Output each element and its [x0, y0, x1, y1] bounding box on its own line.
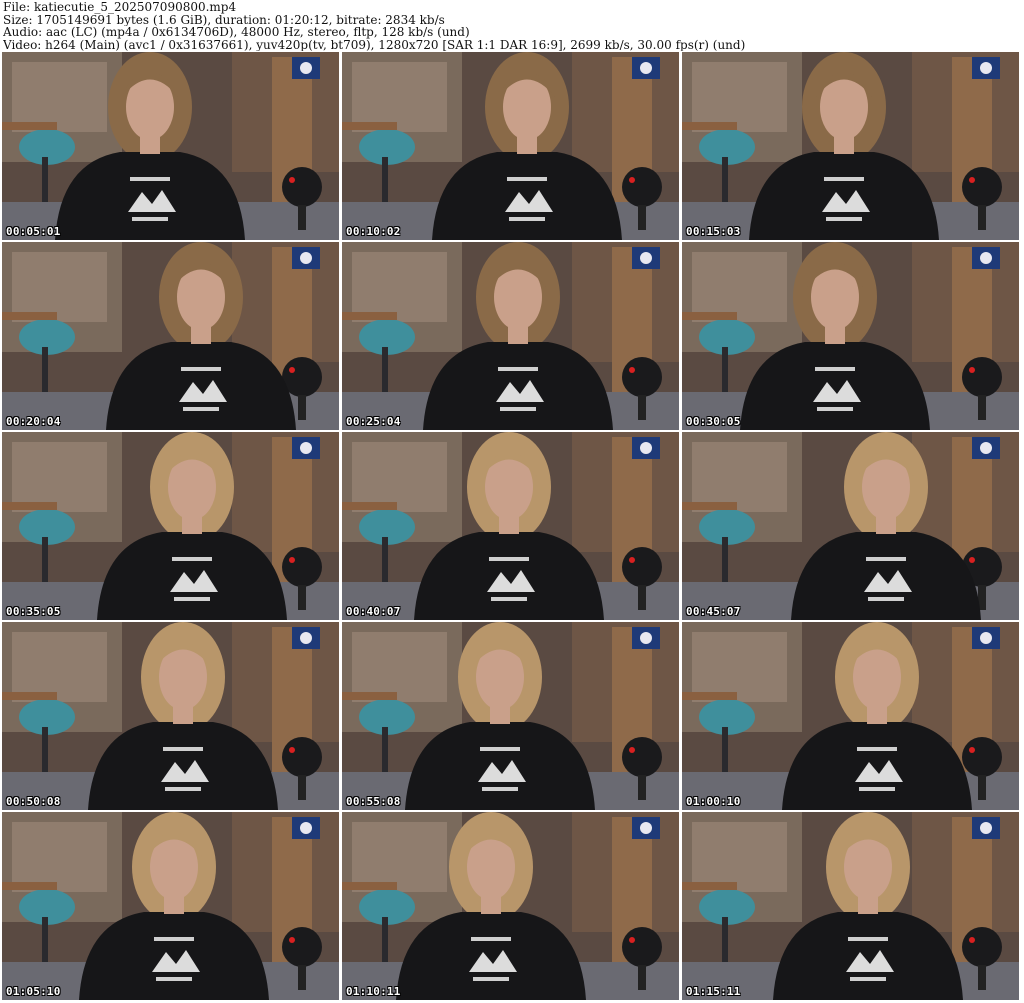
- video-thumbnail: 00:05:01: [2, 52, 339, 240]
- timestamp-label: 00:35:05: [6, 605, 61, 618]
- timestamp-label: 00:10:02: [346, 225, 401, 238]
- timestamp-label: 00:55:08: [346, 795, 401, 808]
- timestamp-label: 00:20:04: [6, 415, 61, 428]
- frame-image: [342, 242, 679, 430]
- video-thumbnail: 00:15:03: [682, 52, 1019, 240]
- frame-image: [2, 52, 339, 240]
- timestamp-label: 00:15:03: [686, 225, 741, 238]
- video-thumbnail: 01:15:11: [682, 812, 1019, 1000]
- frame-image: [2, 622, 339, 810]
- timestamp-label: 01:05:10: [6, 985, 61, 998]
- video-line: Video: h264 (Main) (avc1 / 0x31637661), …: [3, 38, 746, 52]
- frame-image: [342, 622, 679, 810]
- video-thumbnail: 00:40:07: [342, 432, 679, 620]
- file-name-line: File: katiecutie_5_202507090800.mp4: [3, 1, 237, 14]
- frame-image: [2, 812, 339, 1000]
- timestamp-label: 00:25:04: [346, 415, 401, 428]
- timestamp-label: 01:15:11: [686, 985, 741, 998]
- frame-image: [2, 432, 339, 620]
- audio-line: Audio: aac (LC) (mp4a / 0x6134706D), 480…: [3, 26, 470, 39]
- timestamp-label: 00:45:07: [686, 605, 741, 618]
- video-thumbnail: 00:20:04: [2, 242, 339, 430]
- timestamp-label: 01:10:11: [346, 985, 401, 998]
- video-thumbnail: 00:50:08: [2, 622, 339, 810]
- video-thumbnail: 00:30:05: [682, 242, 1019, 430]
- video-thumbnail: 00:35:05: [2, 432, 339, 620]
- timestamp-label: 00:30:05: [686, 415, 741, 428]
- frame-image: [342, 432, 679, 620]
- video-thumbnail: 01:10:11: [342, 812, 679, 1000]
- frame-image: [682, 52, 1019, 240]
- timestamp-label: 01:00:10: [686, 795, 741, 808]
- frame-image: [682, 812, 1019, 1000]
- timestamp-label: 00:50:08: [6, 795, 61, 808]
- frame-image: [342, 52, 679, 240]
- thumbnail-grid: 00:05:01 00:10:02 00:15:03 00:20:04 00:25:04…: [0, 52, 1024, 1003]
- file-info-header: File: katiecutie_5_202507090800.mp4 Size…: [3, 1, 1021, 51]
- frame-image: [682, 242, 1019, 430]
- video-thumbnail: 01:00:10: [682, 622, 1019, 810]
- size-line: Size: 1705149691 bytes (1.6 GiB), durati…: [3, 13, 445, 27]
- timestamp-label: 00:40:07: [346, 605, 401, 618]
- frame-image: [2, 242, 339, 430]
- video-thumbnail: 00:55:08: [342, 622, 679, 810]
- timestamp-label: 00:05:01: [6, 225, 61, 238]
- frame-image: [682, 432, 1019, 620]
- frame-image: [682, 622, 1019, 810]
- frame-image: [342, 812, 679, 1000]
- video-thumbnail: 01:05:10: [2, 812, 339, 1000]
- video-thumbnail: 00:45:07: [682, 432, 1019, 620]
- video-thumbnail: 00:25:04: [342, 242, 679, 430]
- video-thumbnail: 00:10:02: [342, 52, 679, 240]
